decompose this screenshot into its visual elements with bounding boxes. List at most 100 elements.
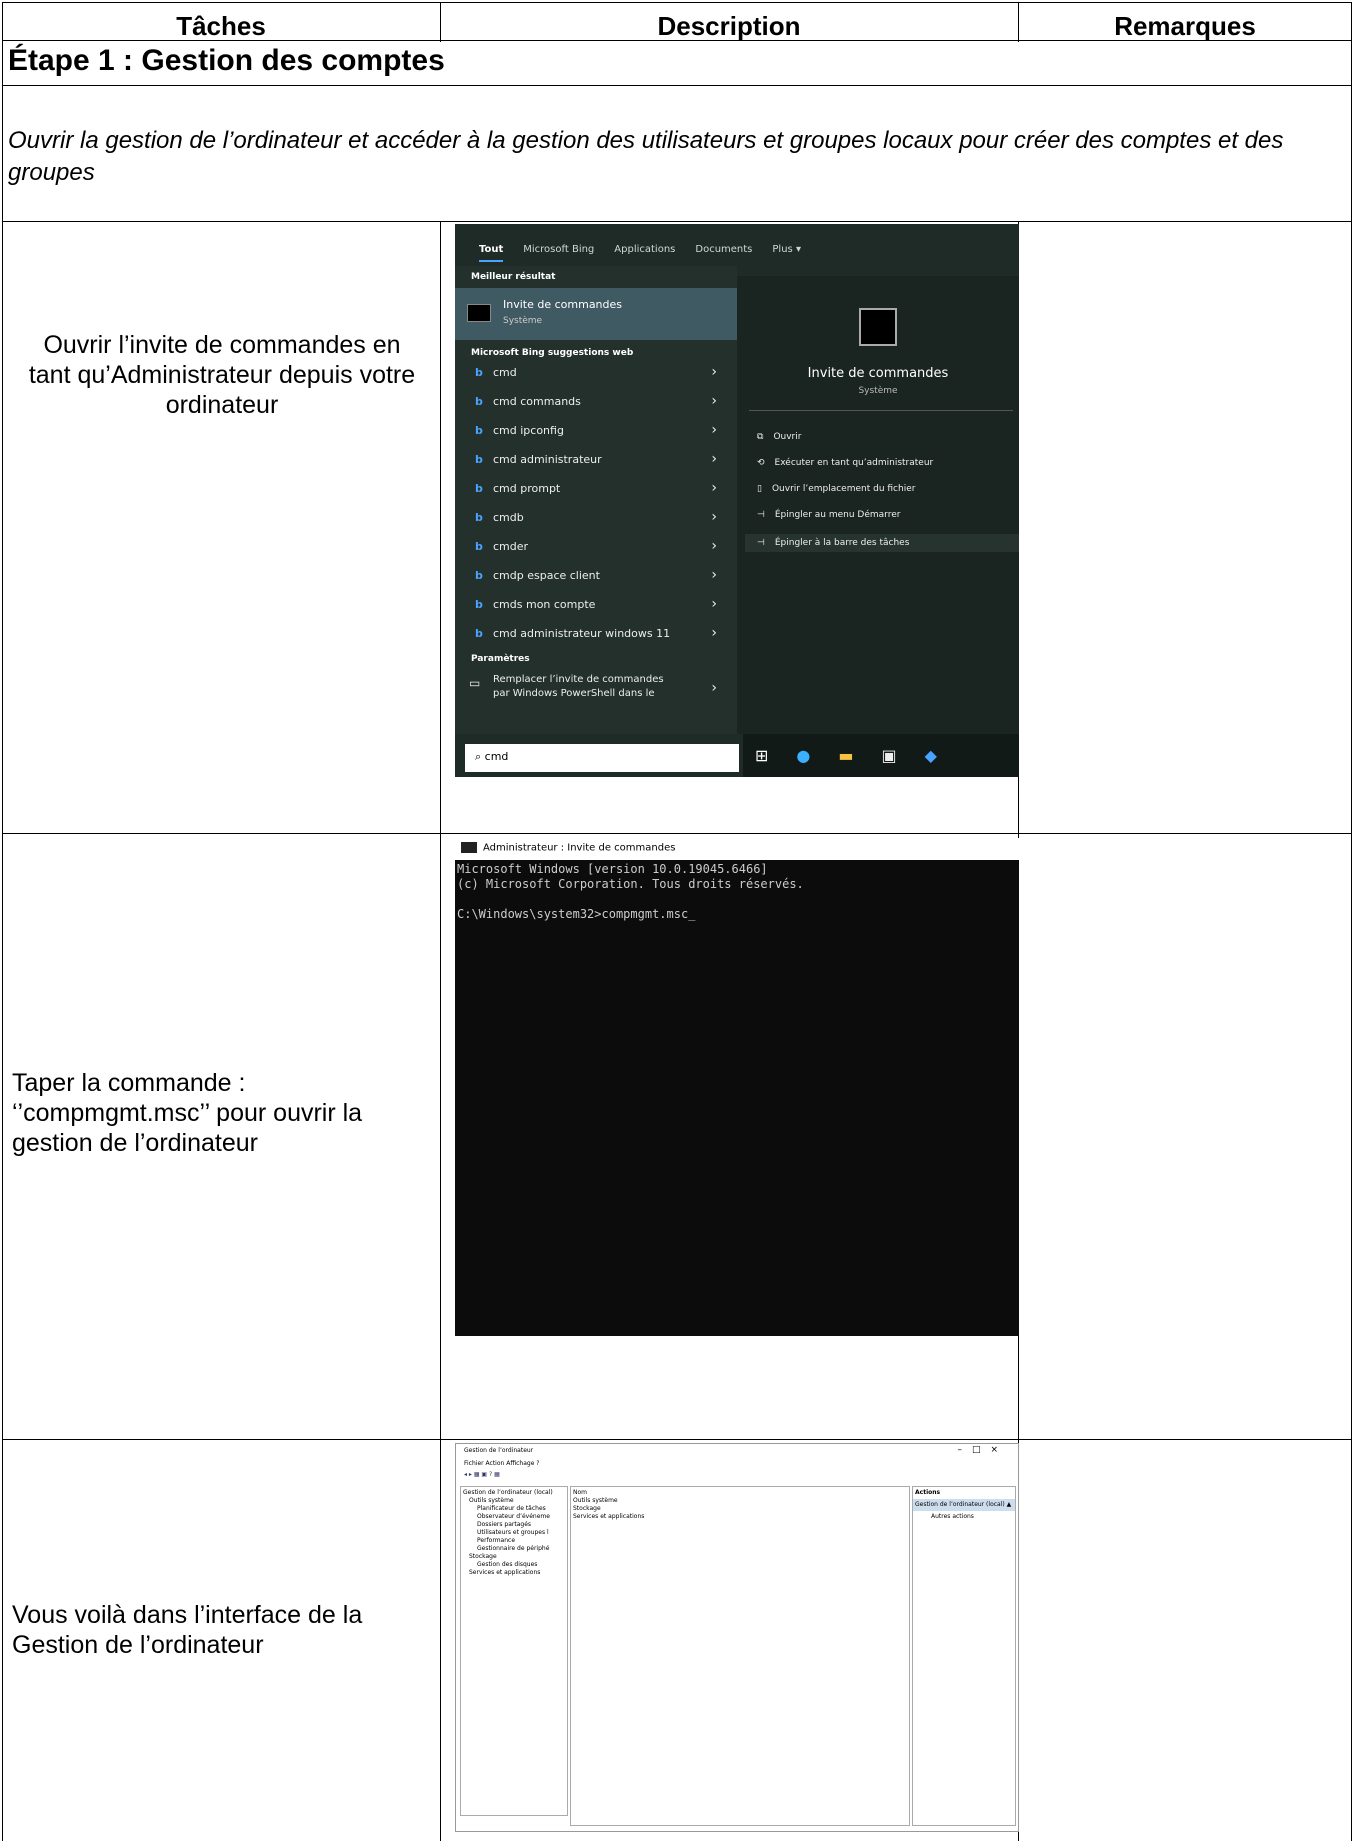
suggestion-item[interactable]: b cmd › [455, 360, 737, 389]
taskbar: ⊞ ● ▬ ▣ ◆ [743, 734, 1019, 777]
tree-item[interactable]: Gestion de l’ordinateur (local) [463, 1489, 565, 1497]
col-header-taches: Tâches [176, 11, 266, 41]
suggestion-item[interactable]: b cmdb › [455, 505, 737, 534]
list-item[interactable]: Stockage [573, 1505, 907, 1513]
actions-other[interactable]: Autres actions [913, 1511, 1015, 1523]
tree-item[interactable]: Performance [463, 1537, 565, 1545]
suggestion-item[interactable]: b cmd prompt › [455, 476, 737, 505]
mgmt-toolbar[interactable]: ◂ ▸ ▦ ▣ ? ▦ [456, 1470, 1018, 1482]
mail-icon[interactable]: ◆ [925, 746, 937, 765]
list-header[interactable]: Nom [573, 1489, 907, 1497]
tree-item[interactable]: Dossiers partagés [463, 1521, 565, 1529]
tree-item[interactable]: Planificateur de tâches [463, 1505, 565, 1513]
mgmt-list: Nom Outils système Stockage Services et … [570, 1486, 910, 1826]
cmd-large-icon [859, 308, 897, 346]
tab-tout[interactable]: Tout [479, 244, 504, 262]
task-1-text: Ouvrir l’invite de commandes en tant qu’… [28, 331, 416, 419]
chevron-right-icon: › [711, 451, 717, 467]
search-icon: ⌕ [475, 750, 485, 763]
mgmt-tree[interactable]: Gestion de l’ordinateur (local) Outils s… [460, 1486, 568, 1816]
action-ouvrir[interactable]: ⧉ Ouvrir [757, 432, 801, 442]
mgmt-titlebar: Gestion de l’ordinateur –□× [456, 1444, 1018, 1458]
chevron-right-icon: › [711, 509, 717, 525]
computer-management-screenshot: Gestion de l’ordinateur –□× Fichier Actio… [455, 1443, 1019, 1832]
open-icon: ⧉ [757, 432, 764, 442]
tree-item[interactable]: Outils système [463, 1497, 565, 1505]
bing-suggestions-label: Microsoft Bing suggestions web [471, 348, 634, 358]
list-item[interactable]: Outils système [573, 1497, 907, 1505]
cmd-screenshot: Administrateur : Invite de commandes Mic… [455, 838, 1019, 1336]
mgmt-title: Gestion de l’ordinateur [464, 1447, 534, 1454]
actions-header: Actions [915, 1489, 941, 1496]
tab-documents[interactable]: Documents [695, 244, 752, 262]
divider [2, 833, 1352, 834]
tab-plus[interactable]: Plus ▾ [772, 244, 801, 262]
cmd-output: Microsoft Windows [version 10.0.19045.64… [457, 862, 804, 921]
chevron-right-icon: › [711, 567, 717, 583]
best-result-sub: Système [503, 316, 543, 326]
best-result-label: Meilleur résultat [471, 272, 556, 282]
step-intro: Ouvrir la gestion de l’ordinateur et acc… [8, 127, 1284, 186]
results-pane: Meilleur résultat Invite de commandes Sy… [455, 266, 737, 734]
window-controls[interactable]: –□× [957, 1445, 1008, 1455]
suggestion-item[interactable]: b cmd administrateur windows 11 › [455, 621, 737, 650]
tree-item[interactable]: Services et applications [463, 1569, 565, 1577]
cmd-icon [461, 842, 477, 853]
bing-icon: b [475, 569, 483, 582]
tree-item[interactable]: Utilisateurs et groupes l [463, 1529, 565, 1537]
chevron-right-icon: › [711, 422, 717, 438]
edge-icon[interactable]: ● [796, 746, 810, 765]
chevron-right-icon: › [711, 538, 717, 554]
action-pin-taskbar[interactable]: ⊣ Épingler à la barre des tâches [745, 534, 1019, 552]
cmd-titlebar: Administrateur : Invite de commandes [455, 838, 1019, 860]
search-tabs: Tout Microsoft Bing Applications Documen… [455, 224, 1019, 262]
task-view-icon[interactable]: ⊞ [755, 746, 768, 765]
action-run-as-admin[interactable]: ⟲ Exécuter en tant qu’administrateur [757, 458, 933, 468]
mgmt-actions: Actions Gestion de l’ordinateur (local) … [912, 1486, 1016, 1826]
best-result-title: Invite de commandes [503, 298, 623, 311]
divider [749, 410, 1013, 411]
param-item[interactable]: ▭ Remplacer l’invite de commandes par Wi… [455, 670, 737, 714]
bing-icon: b [475, 482, 483, 495]
shield-icon: ⟲ [757, 458, 765, 468]
remark-1 [1020, 223, 1350, 831]
file-icon: ▯ [757, 484, 762, 494]
pin-icon: ⊣ [757, 510, 765, 520]
chevron-right-icon: › [711, 364, 717, 380]
chevron-right-icon: › [711, 393, 717, 409]
preview-title: Invite de commandes [807, 366, 949, 381]
tree-item[interactable]: Gestion des disques [463, 1561, 565, 1569]
suggestion-item[interactable]: b cmd administrateur › [455, 447, 737, 476]
suggestion-item[interactable]: b cmder › [455, 534, 737, 563]
bing-icon: b [475, 511, 483, 524]
bing-icon: b [475, 598, 483, 611]
tree-item[interactable]: Gestionnaire de périphé [463, 1545, 565, 1553]
suggestion-item[interactable]: b cmdp espace client › [455, 563, 737, 592]
divider [2, 1439, 1352, 1440]
suggestion-item[interactable]: b cmd ipconfig › [455, 418, 737, 447]
list-item[interactable]: Services et applications [573, 1513, 907, 1521]
start-menu-screenshot: Tout Microsoft Bing Applications Documen… [455, 224, 1019, 777]
store-icon[interactable]: ▣ [882, 746, 897, 765]
suggestion-item[interactable]: b cmd commands › [455, 389, 737, 418]
task-2-text: Taper la commande : ‘’compmgmt.msc’’ pou… [12, 1069, 363, 1157]
mgmt-menubar[interactable]: Fichier Action Affichage ? [456, 1458, 1018, 1470]
chevron-right-icon: › [711, 625, 717, 641]
best-result-item[interactable]: Invite de commandes Système [455, 288, 737, 340]
suggestion-item[interactable]: b cmds mon compte › [455, 592, 737, 621]
divider [2, 85, 1352, 86]
tab-applications[interactable]: Applications [614, 244, 675, 262]
actions-selected[interactable]: Gestion de l’ordinateur (local) ▲ [913, 1499, 1015, 1511]
preview-sub: Système [858, 386, 898, 396]
action-open-location[interactable]: ▯ Ouvrir l’emplacement du fichier [757, 484, 915, 494]
pin-icon: ⊣ [757, 538, 765, 548]
col-header-remarques: Remarques [1114, 11, 1256, 41]
search-input[interactable]: ⌕ cmd [465, 744, 739, 772]
monitor-icon: ▭ [469, 676, 481, 690]
tree-item[interactable]: Observateur d’événeme [463, 1513, 565, 1521]
tab-microsoft-bing[interactable]: Microsoft Bing [523, 244, 594, 262]
folder-icon[interactable]: ▬ [838, 746, 853, 765]
bing-icon: b [475, 395, 483, 408]
action-pin-start[interactable]: ⊣ Épingler au menu Démarrer [757, 510, 900, 520]
tree-item[interactable]: Stockage [463, 1553, 565, 1561]
